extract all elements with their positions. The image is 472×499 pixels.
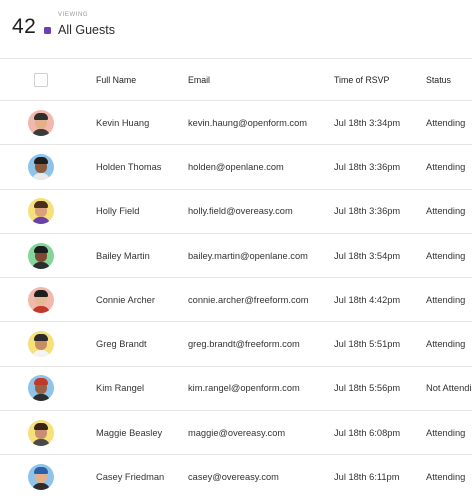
rsvp-time: Jul 18th 3:54pm [334,250,401,261]
avatar-hair [34,201,48,209]
table-row[interactable]: Holly Field holly.field@overeasy.com Jul 1… [0,188,472,233]
guest-email: greg.brandt@freeform.com [188,339,300,350]
avatar [28,464,54,491]
column-header-full-name[interactable]: Full Name [96,59,184,100]
avatar-shirt [32,394,50,402]
guest-email: kim.rangel@openform.com [188,383,300,394]
table-row[interactable]: Connie Archer connie.archer@freeform.com J… [0,277,472,321]
rsvp-status: Attending [426,294,466,305]
table-row[interactable]: Holden Thomas holden@openlane.com Jul 18th… [0,144,472,188]
guest-email: maggie@overeasy.com [188,427,286,438]
view-selector[interactable]: All Guests [58,23,115,37]
view-color-indicator [44,27,51,34]
viewing-label: VIEWING [58,12,89,18]
avatar-hair [34,156,48,164]
table-row[interactable]: Kevin Huang kevin.haung@openform.com Jul 1… [0,100,472,144]
rsvp-status: Attending [426,427,466,438]
guest-name: Holly Field [96,206,140,217]
rsvp-status: Attending [426,206,466,217]
avatar-hair [34,422,48,430]
table-row[interactable]: Maggie Beasley maggie@overeasy.com Jul 18t… [0,410,472,454]
rsvp-status: Attending [426,117,466,128]
rsvp-time: Jul 18th 5:51pm [334,339,401,350]
rsvp-time: Jul 18th 5:56pm [334,383,401,394]
rsvp-status: Attending [426,339,466,350]
guest-count: 42 [12,15,37,38]
avatar [28,286,54,313]
guest-email: casey@overeasy.com [188,472,279,483]
avatar-hair [34,289,48,297]
rsvp-status: Attending [426,161,466,172]
guest-table: Full Name Email Time of RSVP Status Kevi… [0,58,472,499]
guest-email: holden@openlane.com [188,161,284,172]
guest-name: Maggie Beasley [96,427,163,438]
column-header-email[interactable]: Email [188,59,330,100]
rsvp-time: Jul 18th 4:42pm [334,294,401,305]
table-row[interactable]: Kim Rangel kim.rangel@openform.com Jul 18t… [0,365,472,410]
guest-email: kevin.haung@openform.com [188,117,307,128]
avatar [28,419,54,446]
select-all-checkbox[interactable] [34,72,48,87]
avatar-hair [34,378,48,386]
guest-email: bailey.martin@openlane.com [188,250,308,261]
table-row[interactable]: Greg Brandt greg.brandt@freeform.com Jul 1… [0,321,472,365]
avatar-hair [34,467,48,475]
table-header-row: Full Name Email Time of RSVP Status [0,58,472,100]
rsvp-status: Not Attending [426,383,472,394]
avatar-hair [34,334,48,342]
avatar [28,153,54,180]
table-row[interactable]: Casey Friedman casey@overeasy.com Jul 18th… [0,454,472,498]
avatar-shirt [32,128,50,136]
rsvp-status: Attending [426,472,466,483]
guest-name: Bailey Martin [96,250,150,261]
avatar [28,375,54,402]
guest-name: Greg Brandt [96,339,147,350]
avatar-shirt [32,217,50,225]
avatar [28,242,54,269]
avatar-shirt [32,305,50,313]
guest-name: Kevin Huang [96,117,150,128]
guest-name: Holden Thomas [96,161,162,172]
avatar-shirt [32,261,50,269]
avatar [28,198,54,225]
avatar-shirt [32,483,50,491]
avatar-hair [34,245,48,253]
rsvp-time: Jul 18th 6:08pm [334,427,401,438]
rsvp-status: Attending [426,250,466,261]
column-header-status[interactable]: Status [426,59,472,100]
guest-name: Casey Friedman [96,472,165,483]
table-body: Kevin Huang kevin.haung@openform.com Jul 1… [0,100,472,499]
avatar [28,109,54,136]
guest-name: Connie Archer [96,294,155,305]
avatar-shirt [32,438,50,446]
rsvp-time: Jul 18th 3:36pm [334,206,401,217]
rsvp-time: Jul 18th 3:36pm [334,161,401,172]
guest-email: holly.field@overeasy.com [188,206,293,217]
avatar [28,331,54,358]
rsvp-time: Jul 18th 3:34pm [334,117,401,128]
guest-email: connie.archer@freeform.com [188,294,309,305]
guest-name: Kim Rangel [96,383,145,394]
table-row[interactable]: Bailey Martin bailey.martin@openlane.com J… [0,232,472,277]
avatar-shirt [32,350,50,358]
rsvp-time: Jul 18th 6:11pm [334,472,400,483]
column-header-time-of-rsvp[interactable]: Time of RSVP [334,59,424,100]
avatar-shirt [32,172,50,180]
avatar-hair [34,112,48,120]
